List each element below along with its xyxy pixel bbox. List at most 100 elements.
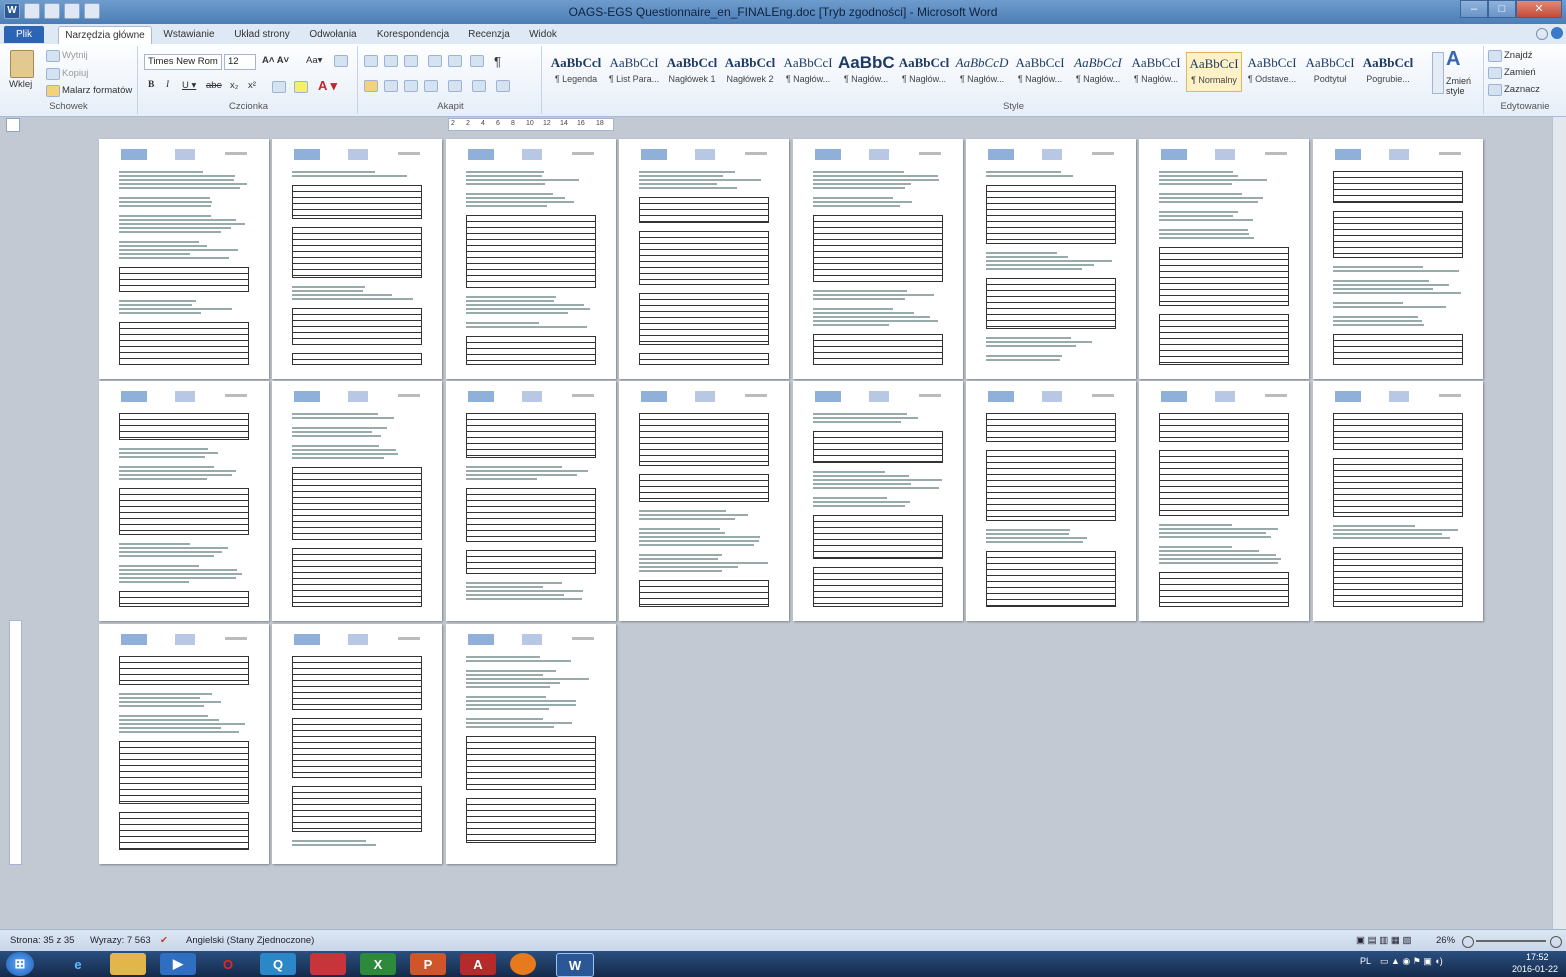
style-item[interactable]: AaBbCcI ¶ Nagłów... [1070, 52, 1126, 92]
style-item[interactable]: AaBbCcl Nagłówek 1 [664, 52, 720, 92]
styles-scroll[interactable] [1432, 52, 1444, 94]
change-styles-button[interactable]: Zmień style [1446, 76, 1480, 96]
clock-date[interactable]: 2016-01-22 [1512, 964, 1558, 974]
underline-button[interactable]: U ▾ [182, 80, 196, 91]
start-button[interactable]: ⊞ [6, 952, 34, 976]
ie-icon[interactable]: e [60, 953, 96, 975]
replace-icon[interactable] [1488, 67, 1502, 79]
page-thumbnail[interactable] [272, 624, 442, 864]
style-item[interactable]: AaBbCcI Podtytuł [1302, 52, 1358, 92]
format-painter-icon[interactable] [46, 85, 60, 97]
font-color-button[interactable]: A ▾ [318, 78, 337, 94]
close-button[interactable]: ✕ [1516, 0, 1562, 18]
grow-font-button[interactable]: A˄ A˅ [262, 55, 289, 66]
style-item[interactable]: AaBbCcI ¶ Nagłów... [780, 52, 836, 92]
page-thumbnail[interactable] [99, 381, 269, 621]
minimize-button[interactable]: – [1460, 0, 1488, 18]
page-thumbnail[interactable] [966, 139, 1136, 379]
clock-time[interactable]: 17:52 [1526, 952, 1549, 962]
tab-review[interactable]: Recenzja [462, 26, 516, 43]
minimize-ribbon-icon[interactable] [1536, 28, 1548, 40]
change-styles-icon[interactable]: A [1446, 48, 1460, 71]
zoom-in-icon[interactable] [1550, 936, 1562, 948]
style-item[interactable]: AaBbCcl Nagłówek 2 [722, 52, 778, 92]
sort-icon[interactable] [470, 55, 484, 67]
replace-button[interactable]: Zamień [1504, 67, 1536, 78]
maximize-button[interactable]: □ [1488, 0, 1516, 18]
word-taskbar-icon[interactable]: W [556, 953, 594, 977]
paste-button[interactable]: Wklej [9, 79, 32, 90]
search-app-icon[interactable]: Q [260, 953, 296, 975]
zoom-slider[interactable] [1476, 940, 1546, 942]
numbering-icon[interactable] [384, 55, 398, 67]
line-spacing-icon[interactable] [448, 80, 462, 92]
tray-icons[interactable]: ▭ ▲ ◉ ⚑ ▣ ◖) [1380, 956, 1443, 967]
tab-home[interactable]: Narzędzia główne [58, 26, 152, 44]
tab-file[interactable]: Plik [4, 26, 44, 43]
style-item[interactable]: AaBbCcD ¶ Nagłów... [954, 52, 1010, 92]
select-icon[interactable] [1488, 84, 1502, 96]
page-count[interactable]: Strona: 35 z 35 [10, 935, 74, 946]
vertical-scrollbar[interactable] [1552, 117, 1566, 929]
decrease-indent-icon[interactable] [428, 55, 442, 67]
show-formatting-button[interactable]: ¶ [494, 54, 501, 69]
page-thumbnail[interactable] [1313, 139, 1483, 379]
style-item[interactable]: AaBbC ¶ Nagłów... [838, 52, 895, 92]
font-size-select[interactable]: 12 [224, 54, 256, 70]
tab-page-layout[interactable]: Układ strony [228, 26, 296, 43]
bold-button[interactable]: B [148, 80, 154, 90]
multilevel-list-icon[interactable] [404, 55, 418, 67]
tab-references[interactable]: Odwołania [302, 26, 364, 43]
tab-insert[interactable]: Wstawianie [156, 26, 222, 43]
copy-button[interactable]: Kopiuj [62, 68, 88, 79]
superscript-button[interactable]: x² [248, 80, 256, 91]
page-thumbnail[interactable] [793, 381, 963, 621]
shading-icon[interactable] [472, 80, 486, 92]
page-thumbnail[interactable] [272, 139, 442, 379]
firefox-icon[interactable] [510, 953, 536, 975]
strikethrough-button[interactable]: abe [206, 80, 222, 91]
page-thumbnail[interactable] [446, 139, 616, 379]
zoom-level[interactable]: 26% [1436, 935, 1455, 946]
horizontal-ruler[interactable]: 2 2 4 6 8 10 12 14 16 18 [448, 118, 614, 131]
copy-icon[interactable] [46, 68, 60, 80]
highlight-color-icon[interactable] [294, 81, 308, 93]
justify-icon[interactable] [424, 80, 438, 92]
page-thumbnail[interactable] [99, 624, 269, 864]
acrobat-icon[interactable]: A [460, 953, 496, 975]
explorer-icon[interactable] [110, 953, 146, 975]
view-buttons[interactable]: ▣ ▤ ▥ ▦ ▧ [1356, 935, 1411, 946]
page-thumbnail[interactable] [446, 624, 616, 864]
page-thumbnail[interactable] [619, 381, 789, 621]
text-effects-icon[interactable] [272, 81, 286, 93]
zoom-out-icon[interactable] [1462, 936, 1474, 948]
tab-selector-icon[interactable] [6, 118, 20, 132]
keyboard-language[interactable]: PL [1360, 956, 1371, 966]
opera-icon[interactable]: O [210, 953, 246, 975]
tab-view[interactable]: Widok [522, 26, 564, 43]
tab-mailings[interactable]: Korespondencja [370, 26, 456, 43]
align-right-icon[interactable] [404, 80, 418, 92]
select-button[interactable]: Zaznacz [1504, 84, 1540, 95]
help-icon[interactable] [1551, 27, 1563, 39]
cut-button[interactable]: Wytnij [62, 50, 88, 61]
style-item[interactable]: AaBbCcl ¶ Nagłów... [896, 52, 952, 92]
increase-indent-icon[interactable] [448, 55, 462, 67]
font-name-select[interactable]: Times New Rom [144, 54, 222, 70]
page-thumbnail[interactable] [272, 381, 442, 621]
style-item[interactable]: AaBbCcI ¶ List Para... [606, 52, 662, 92]
style-item[interactable]: AaBbCcl ¶ Legenda [548, 52, 604, 92]
proofing-icon[interactable]: ✔ [160, 935, 168, 946]
cut-icon[interactable] [46, 50, 60, 62]
align-left-icon[interactable] [364, 80, 378, 92]
style-item[interactable]: AaBbCcI ¶ Normalny [1186, 52, 1242, 92]
style-item[interactable]: AaBbCcI ¶ Nagłów... [1128, 52, 1184, 92]
page-thumbnail[interactable] [1139, 381, 1309, 621]
page-thumbnail[interactable] [1313, 381, 1483, 621]
bullets-icon[interactable] [364, 55, 378, 67]
style-item[interactable]: AaBbCcl Pogrubie... [1360, 52, 1416, 92]
excel-icon[interactable]: X [360, 953, 396, 975]
page-thumbnail[interactable] [446, 381, 616, 621]
page-thumbnail[interactable] [619, 139, 789, 379]
find-button[interactable]: Znajdź [1504, 50, 1533, 61]
